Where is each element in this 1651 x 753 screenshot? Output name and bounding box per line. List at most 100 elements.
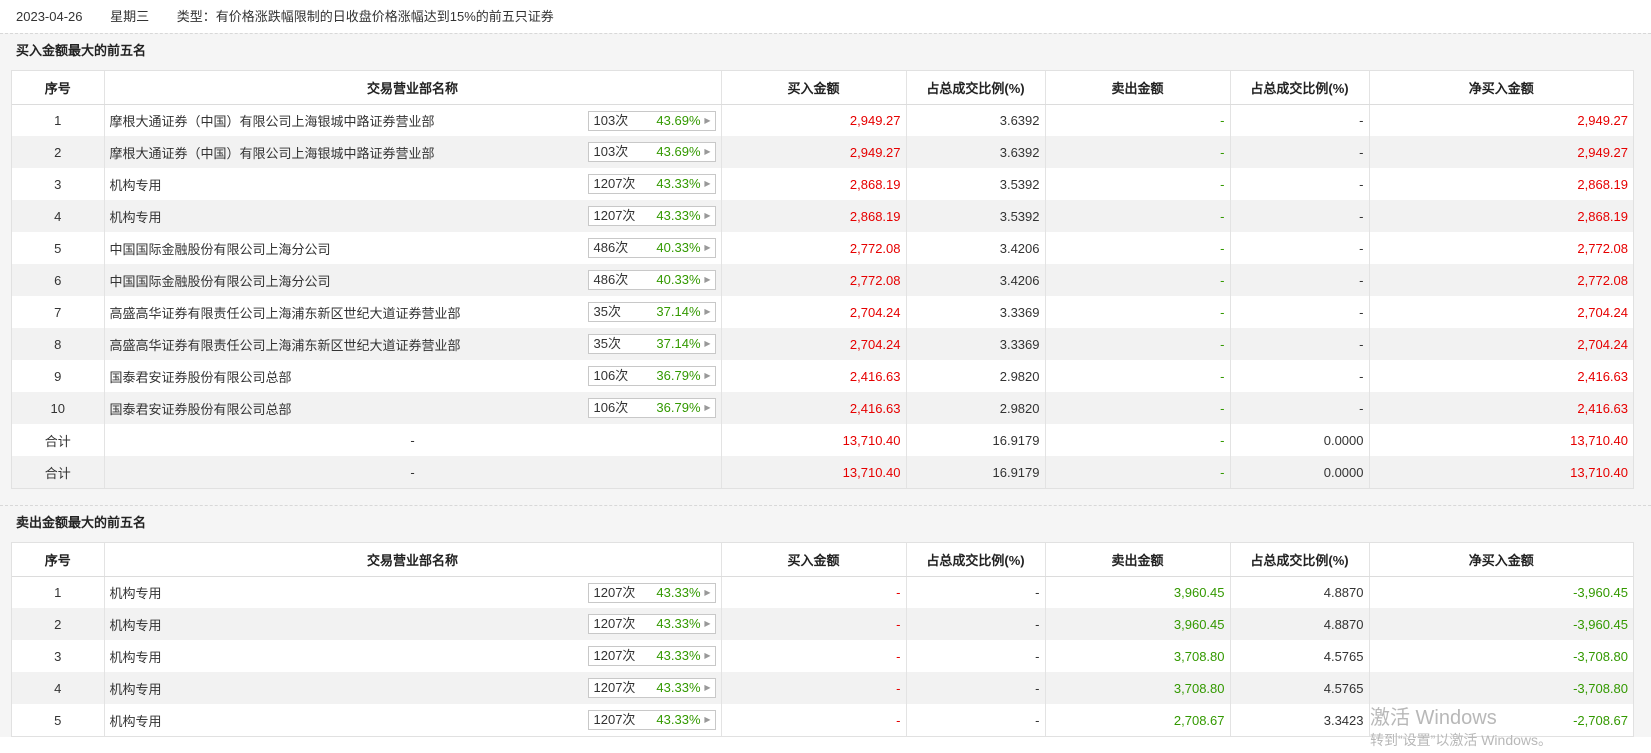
col-branch-name: 交易营业部名称 (104, 543, 722, 577)
sell-ratio-cell: - (1230, 360, 1370, 392)
sell-amount-cell: - (1045, 328, 1231, 360)
success-rate: 37.14% (656, 336, 701, 351)
sell-amount-cell: - (1045, 104, 1231, 136)
branch-stats-button[interactable]: 1207次 43.33% ▶ (587, 206, 716, 226)
branch-name-link[interactable]: 摩根大通证券（中国）有限公司上海银城中路证券营业部 (110, 143, 435, 162)
appearance-count: 1207次 (593, 616, 636, 631)
col-sell-amount: 卖出金额 (1045, 71, 1231, 105)
rank-cell: 2 (12, 136, 105, 168)
arrow-right-icon: ▶ (704, 683, 711, 692)
sell-ratio-cell: - (1230, 328, 1370, 360)
rank-cell: 7 (12, 296, 105, 328)
arrow-right-icon: ▶ (704, 243, 711, 252)
total-row: 合计 -13,710.40 16.9179-0.0000 13,710.40 (12, 456, 1633, 488)
col-sell-ratio: 占总成交比例(%) (1230, 71, 1370, 105)
sell-amount-cell: - (1045, 136, 1231, 168)
table-row: 4 机构专用 1207次 43.33% ▶ 2,868.19 3.5392- -2,868.1… (12, 200, 1633, 232)
branch-name-cell: 机构专用 1207次 43.33% ▶ (104, 640, 722, 672)
branch-stats-button[interactable]: 1207次 43.33% ▶ (587, 582, 716, 603)
branch-name-cell: 摩根大通证券（中国）有限公司上海银城中路证券营业部 103次 43.69% ▶ (104, 104, 722, 136)
sell-table-panel: 序号 交易营业部名称 买入金额 占总成交比例(%) 卖出金额 占总成交比例(%)… (11, 542, 1634, 737)
appearance-count: 103次 (593, 112, 629, 128)
buy-table-header: 序号 交易营业部名称 买入金额 占总成交比例(%) 卖出金额 占总成交比例(%)… (12, 71, 1633, 105)
branch-stats-button[interactable]: 1207次 43.33% ▶ (587, 614, 716, 634)
branch-name-link[interactable]: 机构专用 (110, 679, 162, 698)
branch-stats-button[interactable]: 35次 37.14% ▶ (587, 334, 716, 354)
branch-stats-button[interactable]: 106次 36.79% ▶ (587, 398, 716, 418)
success-rate: 43.69% (656, 112, 701, 128)
sell-ratio-cell: - (1230, 392, 1370, 424)
buy-amount-cell: - (721, 672, 907, 704)
branch-name-link[interactable]: 机构专用 (110, 615, 162, 634)
sell-ratio-cell: 4.8870 (1230, 576, 1370, 608)
arrow-right-icon: ▶ (704, 619, 711, 628)
success-rate: 43.33% (656, 712, 701, 727)
total-buy-ratio: 16.9179 (906, 456, 1046, 488)
success-rate: 43.33% (656, 176, 701, 191)
buy-amount-cell: 2,868.19 (721, 200, 907, 232)
sell-ratio-cell: 4.5765 (1230, 640, 1370, 672)
branch-name-link[interactable]: 机构专用 (110, 711, 162, 730)
arrow-right-icon: ▶ (704, 371, 711, 380)
table-row: 4 机构专用 1207次 43.33% ▶ - -3,708.80 4.5765 -3,708.… (12, 672, 1633, 704)
buy-ratio-cell: 3.3369 (906, 328, 1046, 360)
branch-name-link[interactable]: 高盛高华证券有限责任公司上海浦东新区世纪大道证券营业部 (110, 303, 461, 322)
branch-name-cell: 机构专用 1207次 43.33% ▶ (104, 168, 722, 200)
total-sell-ratio: 0.0000 (1230, 456, 1370, 488)
trade-weekday: 星期三 (110, 9, 150, 24)
net-amount-cell: 2,704.24 (1577, 304, 1628, 320)
branch-name-link[interactable]: 中国国际金融股份有限公司上海分公司 (110, 271, 331, 290)
arrow-right-icon: ▶ (704, 339, 711, 348)
branch-stats-button[interactable]: 486次 40.33% ▶ (587, 238, 716, 258)
sell-amount-cell: 2,708.67 (1045, 704, 1231, 736)
sell-amount-cell: 3,960.45 (1045, 576, 1231, 608)
branch-stats-button[interactable]: 103次 43.69% ▶ (587, 110, 716, 131)
branch-name-link[interactable]: 高盛高华证券有限责任公司上海浦东新区世纪大道证券营业部 (110, 335, 461, 354)
sell-ratio-cell: - (1230, 264, 1370, 296)
col-buy-ratio: 占总成交比例(%) (906, 543, 1046, 577)
table-row: 3 机构专用 1207次 43.33% ▶ - -3,708.80 4.5765 -3,708.… (12, 640, 1633, 672)
rank-cell: 6 (12, 264, 105, 296)
sell-amount-cell: 3,708.80 (1045, 640, 1231, 672)
buy-amount-cell: 2,772.08 (721, 264, 907, 296)
branch-stats-button[interactable]: 1207次 43.33% ▶ (587, 174, 716, 194)
total-buy-amount: 13,710.40 (721, 456, 907, 488)
branch-stats-button[interactable]: 106次 36.79% ▶ (587, 366, 716, 386)
appearance-count: 1207次 (593, 680, 636, 695)
branch-stats-button[interactable]: 103次 43.69% ▶ (587, 142, 716, 162)
info-bar: 2023-04-26 星期三 类型：有价格涨跌幅限制的日收盘价格涨幅达到15%的… (0, 0, 1651, 33)
trade-date: 2023-04-26 (16, 9, 83, 24)
branch-stats-button[interactable]: 35次 37.14% ▶ (587, 302, 716, 322)
success-rate: 43.33% (656, 208, 701, 223)
branch-name-link[interactable]: 机构专用 (110, 175, 162, 194)
table-row: 2 摩根大通证券（中国）有限公司上海银城中路证券营业部 103次 43.69% ▶ 2,9… (12, 136, 1633, 168)
rank-cell: 1 (12, 576, 105, 608)
sell-ratio-cell: - (1230, 168, 1370, 200)
branch-name-link[interactable]: 摩根大通证券（中国）有限公司上海银城中路证券营业部 (110, 111, 435, 130)
total-sell-amount: - (1045, 456, 1231, 488)
col-net-amount: 净买入金额 (1369, 543, 1633, 577)
col-sell-ratio: 占总成交比例(%) (1230, 543, 1370, 577)
rank-cell: 3 (12, 168, 105, 200)
branch-name-link[interactable]: 机构专用 (110, 647, 162, 666)
arrow-right-icon: ▶ (704, 147, 711, 156)
branch-name-link[interactable]: 中国国际金融股份有限公司上海分公司 (110, 239, 331, 258)
table-row: 7 高盛高华证券有限责任公司上海浦东新区世纪大道证券营业部 35次 37.14% ▶ 2,… (12, 296, 1633, 328)
sell-table: 序号 交易营业部名称 买入金额 占总成交比例(%) 卖出金额 占总成交比例(%)… (12, 543, 1633, 736)
branch-stats-button[interactable]: 1207次 43.33% ▶ (587, 710, 716, 730)
branch-name-link[interactable]: 国泰君安证券股份有限公司总部 (110, 399, 292, 418)
branch-name-link[interactable]: 国泰君安证券股份有限公司总部 (110, 367, 292, 386)
rank-cell: 1 (12, 104, 105, 136)
net-amount-cell: 2,416.63 (1577, 368, 1628, 384)
branch-name-link[interactable]: 机构专用 (110, 583, 162, 602)
sell-section: 卖出金额最大的前五名 序号 交易营业部名称 买入金额 占总成交比例(%) 卖出金… (0, 505, 1651, 737)
buy-amount-cell: 2,704.24 (721, 296, 907, 328)
branch-name-link[interactable]: 机构专用 (110, 207, 162, 226)
col-net-amount: 净买入金额 (1369, 71, 1633, 105)
branch-name-cell: 机构专用 1207次 43.33% ▶ (104, 672, 722, 704)
branch-stats-button[interactable]: 1207次 43.33% ▶ (587, 678, 716, 698)
arrow-right-icon: ▶ (704, 587, 711, 597)
branch-stats-button[interactable]: 486次 40.33% ▶ (587, 270, 716, 290)
appearance-count: 106次 (593, 368, 629, 383)
branch-stats-button[interactable]: 1207次 43.33% ▶ (587, 646, 716, 666)
